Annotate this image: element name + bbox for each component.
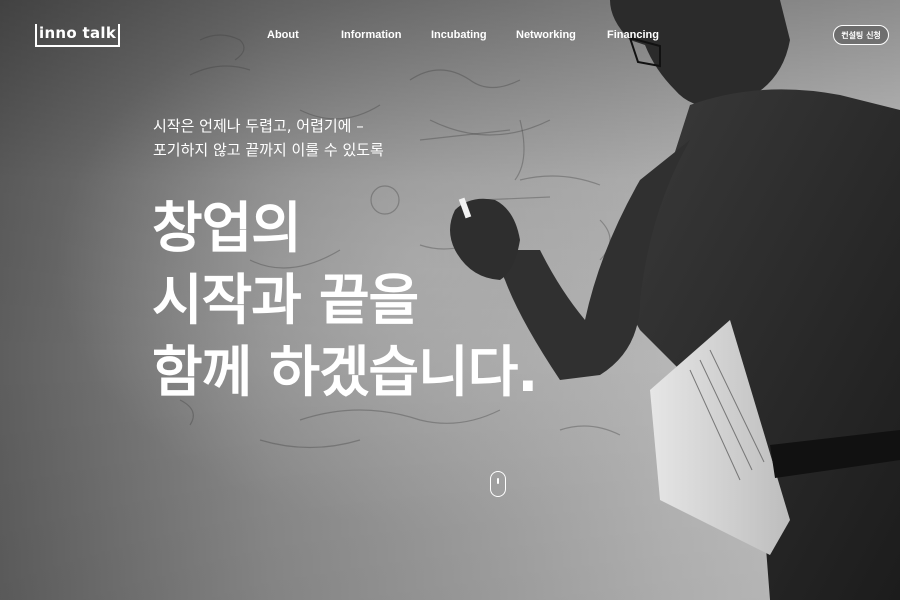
- nav-item-networking[interactable]: Networking: [516, 29, 576, 41]
- hero-subtitle-line: 시작은 언제나 두렵고, 어렵기에 –: [153, 117, 364, 135]
- hero-headline-line: 창업의: [152, 196, 302, 260]
- consulting-request-button[interactable]: 컨설팅 신청: [833, 25, 889, 45]
- hero-subtitle-line: 포기하지 않고 끝까지 이룰 수 있도록: [153, 141, 384, 159]
- mouse-scroll-icon[interactable]: [490, 471, 506, 497]
- hero-headline-line: 시작과 끝을: [152, 268, 419, 332]
- nav-item-about[interactable]: About: [267, 29, 299, 41]
- nav-item-incubating[interactable]: Incubating: [431, 29, 487, 41]
- hero-headline-line: 함께 하겠습니다.: [152, 340, 538, 404]
- site-header: inno talk About Information Incubating N…: [0, 0, 900, 72]
- nav-item-information[interactable]: Information: [341, 29, 402, 41]
- main-nav: About Information Incubating Networking …: [0, 29, 900, 43]
- nav-item-financing[interactable]: Financing: [607, 29, 659, 41]
- hero-section: inno talk About Information Incubating N…: [0, 0, 900, 600]
- hero-subtitle: 시작은 언제나 두렵고, 어렵기에 – 포기하지 않고 끝까지 이룰 수 있도록: [153, 114, 384, 162]
- scroll-wheel-dot: [497, 478, 499, 484]
- hero-headline: 창업의 시작과 끝을 함께 하겠습니다.: [152, 192, 538, 408]
